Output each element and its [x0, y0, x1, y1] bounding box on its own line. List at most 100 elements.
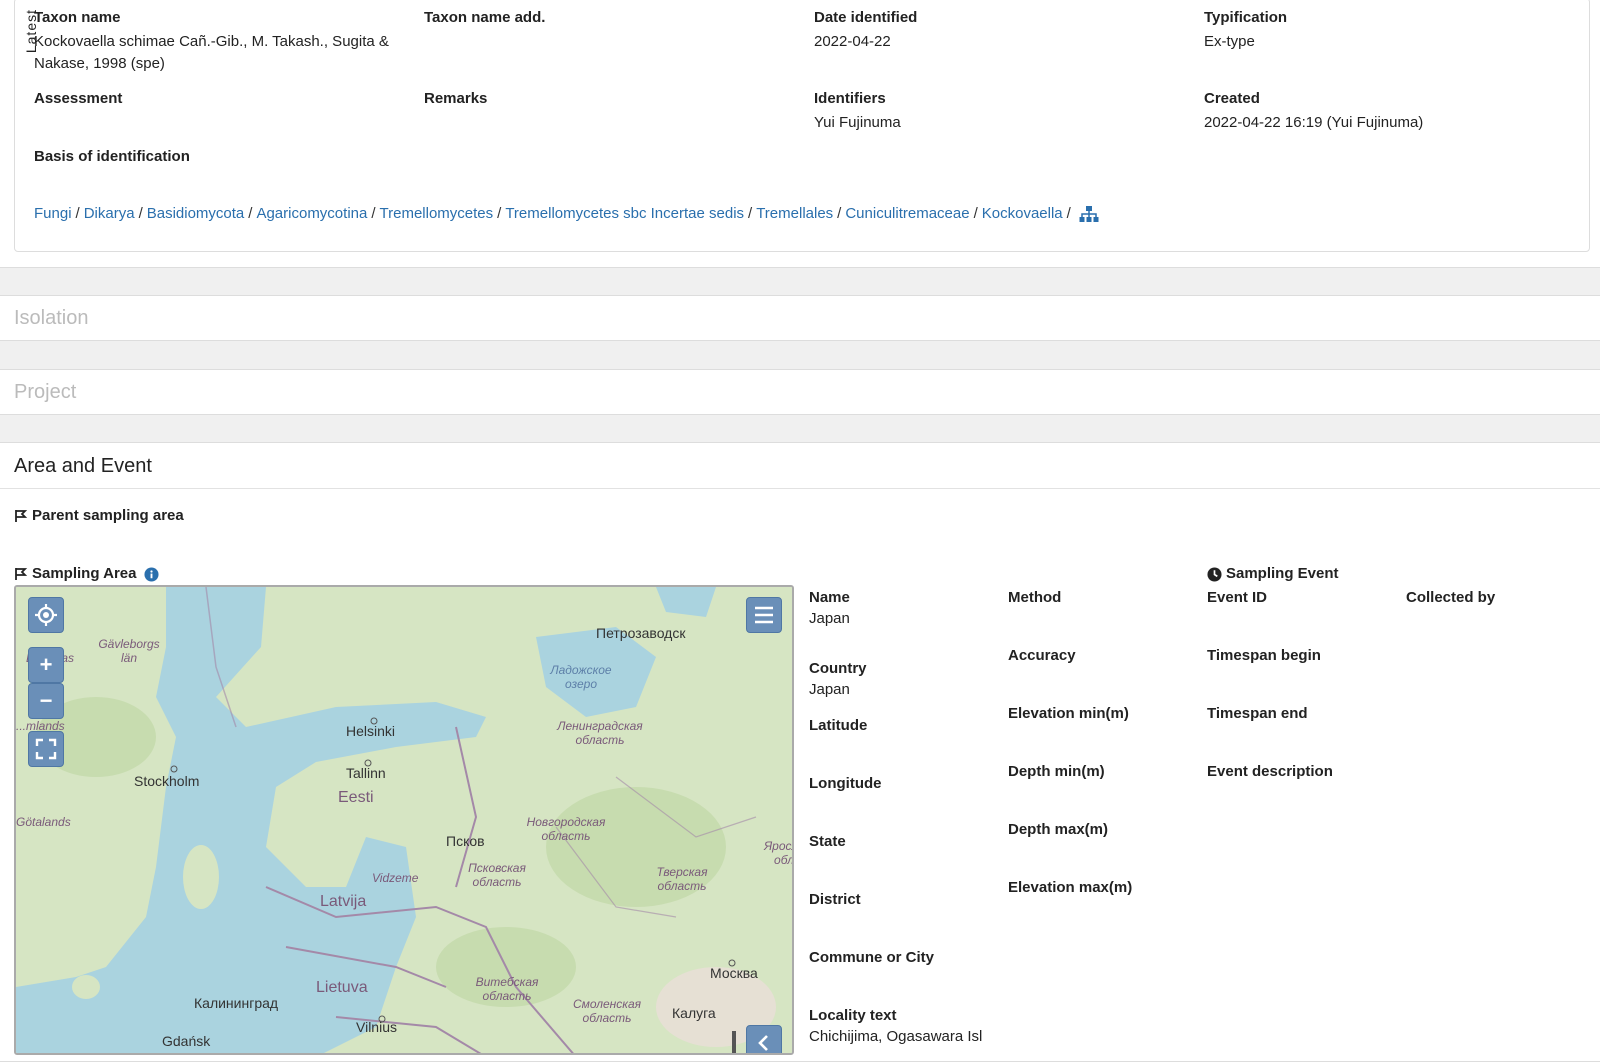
map-label-gdansk: Gdańsk [162, 1033, 211, 1049]
lineage-link[interactable]: Agaricomycotina [256, 205, 367, 222]
assessment-label: Assessment [34, 90, 123, 107]
parent-sampling-area-label: Parent sampling area [32, 507, 184, 524]
lineage-link[interactable]: Tremellomycetes [380, 205, 494, 222]
area-field: Longitude [809, 775, 881, 792]
identifiers-label: Identifiers [814, 90, 886, 107]
area-event-title: Area and Event [14, 455, 152, 477]
typification-field: Typification Ex-type [1204, 9, 1574, 53]
taxonomy-lineage: Fungi / Dikarya / Basidiomycota / Agaricomycot… [34, 205, 1099, 223]
map-label-gavleborg: Gävleborgs län [98, 637, 160, 665]
zoom-out-button[interactable]: − [28, 683, 64, 719]
info-icon[interactable] [144, 567, 159, 582]
lineage-separator: / [75, 205, 80, 222]
typification-label: Typification [1204, 9, 1288, 26]
area-value: Japan [809, 610, 850, 627]
map-label-latvia: Latvija [320, 893, 367, 910]
layers-menu-button[interactable] [746, 597, 782, 633]
project-panel[interactable]: Project [0, 369, 1600, 415]
area-label: District [809, 891, 861, 908]
area-value: Japan [809, 681, 850, 698]
flag-icon [15, 510, 28, 523]
area-event-header[interactable]: Area and Event [0, 443, 1600, 489]
method-label: Method [1008, 589, 1062, 606]
basis-field: Basis of identification [34, 148, 404, 165]
area-label: Name [809, 589, 850, 606]
collected-by-label: Collected by [1406, 589, 1496, 606]
sampling-area-map[interactable]: Петрозаводск Helsinki Tallinn Stockholm … [14, 585, 794, 1055]
event-field: Event ID [1207, 589, 1267, 606]
method-label: Elevation min(m) [1008, 705, 1129, 722]
sampling-event-heading: Sampling Event [1207, 565, 1339, 582]
method-label: Accuracy [1008, 647, 1076, 664]
map-label-lithuania: Lietuva [316, 979, 368, 996]
map-label-kaluga: Калуга [672, 1005, 716, 1021]
lineage-link[interactable]: Fungi [34, 205, 72, 222]
event-label: Event description [1207, 763, 1333, 780]
area-field: Commune or City [809, 949, 934, 966]
lineage-link[interactable]: Dikarya [84, 205, 135, 222]
event-label: Event ID [1207, 589, 1268, 606]
sampling-event-link[interactable]: Sampling Event [1226, 565, 1339, 582]
remarks-field: Remarks [424, 90, 794, 107]
typification-value: Ex-type [1204, 33, 1255, 50]
area-label: Locality text [809, 1007, 897, 1024]
area-field: Country Japan [809, 660, 867, 701]
lineage-link[interactable]: Basidiomycota [147, 205, 245, 222]
taxon-name-link[interactable]: Kockovaella schimae Cañ.-Gib., M. Takash… [34, 31, 404, 75]
date-identified-field: Date identified 2022-04-22 [814, 9, 1184, 53]
event-field: Event description [1207, 763, 1333, 780]
isolation-title: Isolation [14, 307, 89, 329]
latest-tab[interactable]: Latest [11, 9, 39, 79]
map-label-helsinki: Helsinki [346, 723, 396, 739]
zoom-in-button[interactable]: + [28, 647, 64, 683]
event-label: Timespan end [1207, 705, 1308, 722]
taxon-name-add-label: Taxon name add. [424, 9, 546, 26]
hamburger-menu-icon [755, 606, 773, 624]
event-label: Timespan begin [1207, 647, 1321, 664]
method-field: Accuracy [1008, 647, 1076, 664]
crosshair-icon [35, 604, 57, 626]
flag-icon [15, 568, 28, 581]
area-field: District [809, 891, 861, 908]
map-label-novgorod-oblast: Новгородская область [526, 815, 606, 843]
method-label: Depth min(m) [1008, 763, 1105, 780]
map-label-tallinn: Tallinn [346, 765, 386, 781]
lineage-separator: / [497, 205, 502, 222]
method-field: Elevation min(m) [1008, 705, 1129, 722]
lineage-link[interactable]: Kockovaella [982, 205, 1063, 222]
lineage-link[interactable]: Tremellales [756, 205, 833, 222]
area-label: Commune or City [809, 949, 935, 966]
map-label-vilnius: Vilnius [356, 1019, 397, 1035]
clock-icon [1207, 567, 1222, 582]
taxon-name-add-field: Taxon name add. [424, 9, 794, 26]
area-label: Longitude [809, 775, 882, 792]
area-event-panel: Area and Event Parent sampling area Samp… [0, 442, 1600, 1062]
date-identified-value: 2022-04-22 [814, 33, 891, 50]
map-label-kaliningrad: Калининград [194, 995, 279, 1011]
method-field: Elevation max(m) [1008, 879, 1132, 896]
method-field: Depth min(m) [1008, 763, 1105, 780]
locate-button[interactable] [28, 597, 64, 633]
project-title: Project [14, 381, 77, 403]
area-label: State [809, 833, 846, 850]
lineage-link[interactable]: Cuniculitremaceae [845, 205, 969, 222]
area-field: Latitude [809, 717, 867, 734]
map-label-gotalands: Götalands [16, 815, 71, 829]
area-label: Latitude [809, 717, 868, 734]
isolation-panel[interactable]: Isolation [0, 295, 1600, 341]
map-label-leningrad-oblast: Ленинградская область [557, 719, 643, 747]
lineage-link[interactable]: Tremellomycetes sbc Incertae sedis [505, 205, 744, 222]
lineage-separator: / [371, 205, 376, 222]
area-field: State [809, 833, 846, 850]
fullscreen-icon [35, 738, 57, 760]
identifier-link[interactable]: Yui Fujinuma [814, 112, 1184, 134]
lineage-separator: / [973, 205, 978, 222]
method-label: Depth max(m) [1008, 821, 1109, 838]
fullscreen-button[interactable] [28, 731, 64, 767]
sampling-area-link[interactable]: Sampling Area [32, 565, 136, 582]
method-field: Method [1008, 589, 1061, 606]
lineage-separator: / [837, 205, 842, 222]
lineage-separator: / [138, 205, 143, 222]
sitemap-icon[interactable] [1079, 205, 1099, 223]
map-label-vidzeme: Vidzeme [372, 871, 419, 885]
